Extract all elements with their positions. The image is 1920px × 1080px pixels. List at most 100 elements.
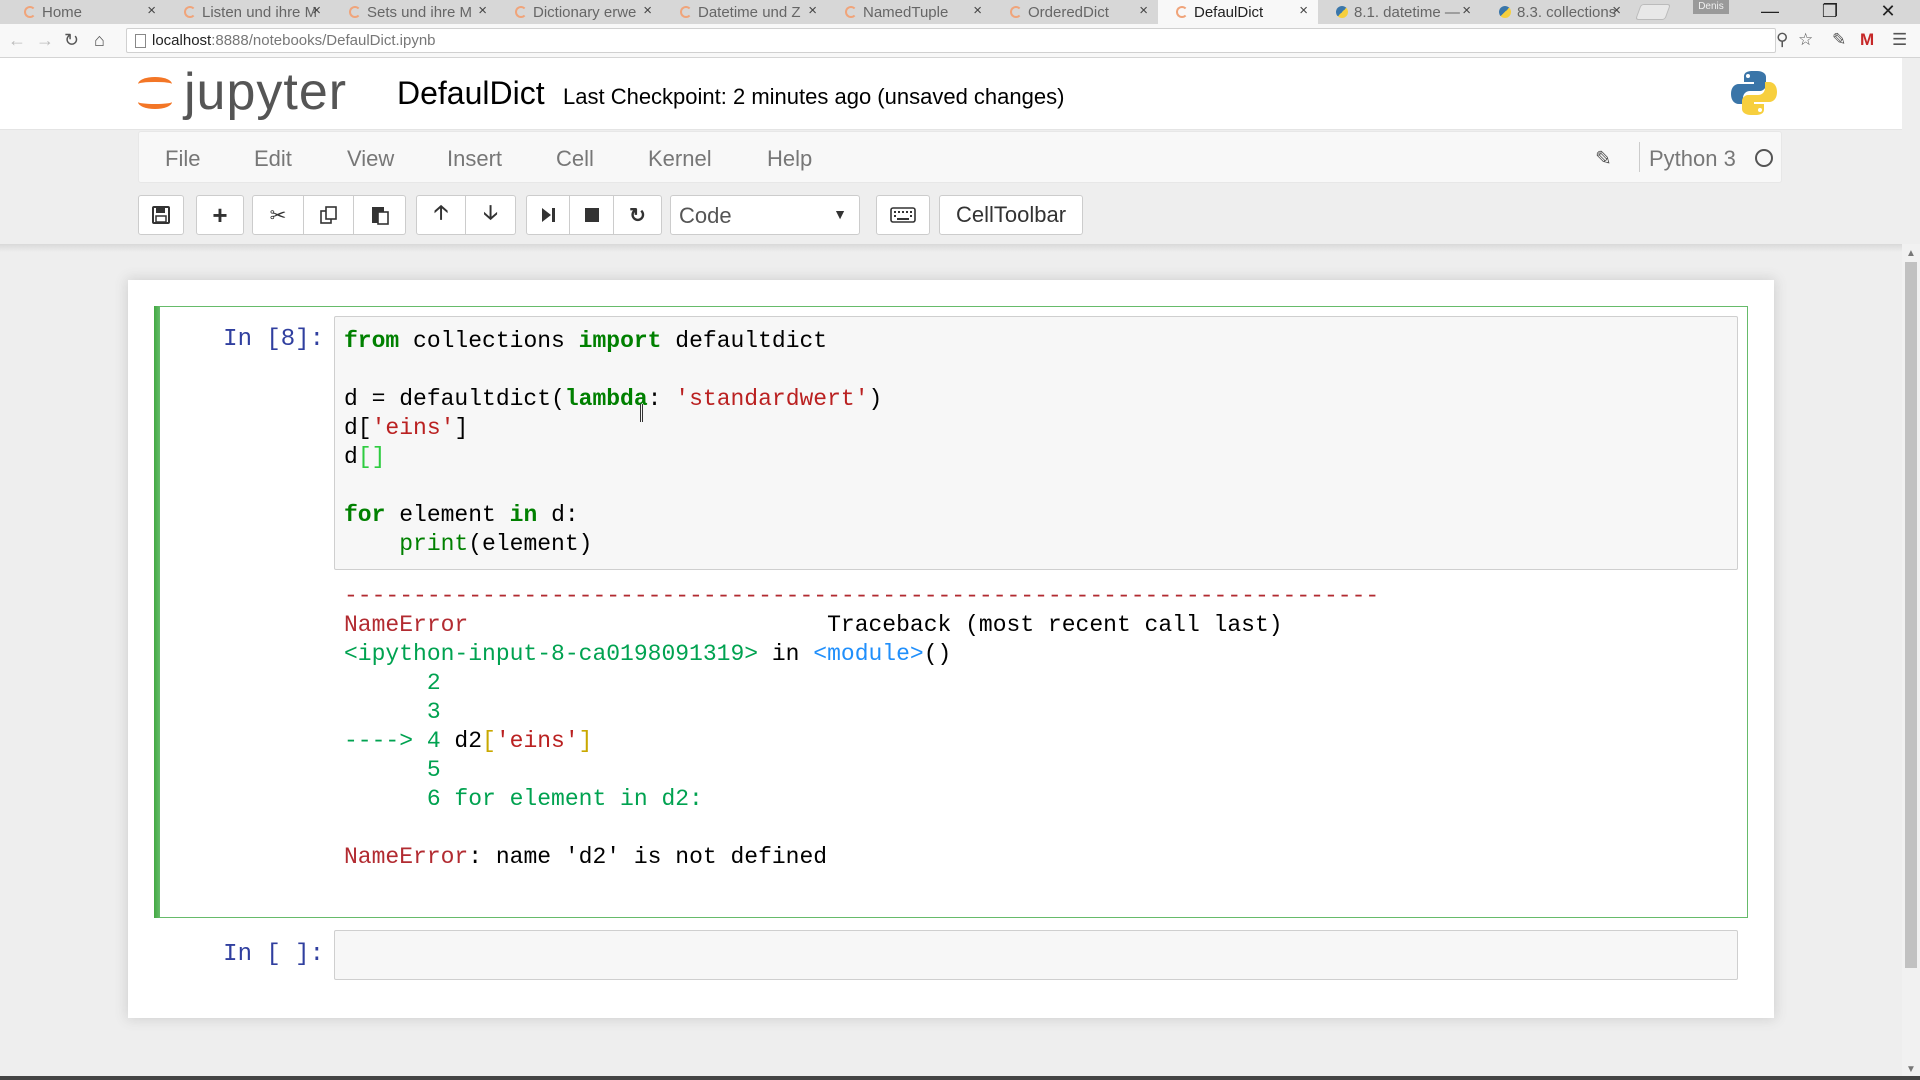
close-icon[interactable]: × — [147, 2, 156, 19]
command-palette-button[interactable] — [876, 195, 930, 235]
browser-tab-strip: Home × Listen und ihre M × Sets und ihre… — [0, 0, 1920, 24]
restart-kernel-button[interactable]: ↻ — [614, 195, 662, 235]
scissors-icon: ✂ — [269, 204, 287, 227]
window-close-icon[interactable]: ✕ — [1864, 0, 1912, 22]
gmail-extension-icon[interactable]: M — [1860, 30, 1874, 50]
save-icon — [152, 206, 170, 224]
scrollbar-thumb[interactable] — [1905, 262, 1917, 968]
back-arrow-icon[interactable]: ← — [8, 30, 26, 51]
arrow-up-icon: 🡡 — [433, 202, 449, 224]
interrupt-kernel-button[interactable] — [570, 195, 614, 235]
jupyter-favicon-icon — [1010, 6, 1022, 18]
code-line: from collections import defaultdict — [344, 328, 828, 354]
zoom-icon[interactable]: ⚲ — [1776, 30, 1788, 50]
forward-arrow-icon[interactable]: → — [36, 30, 54, 51]
copy-button[interactable] — [304, 195, 354, 235]
menu-file[interactable]: File — [165, 146, 200, 172]
jupyter-favicon-icon — [515, 6, 527, 18]
close-icon[interactable]: × — [1299, 2, 1308, 19]
python-favicon-icon — [1336, 6, 1348, 18]
cell-type-select[interactable]: Code ▼ — [670, 195, 860, 235]
run-cell-button[interactable] — [526, 195, 570, 235]
save-button[interactable] — [138, 195, 184, 235]
tab-label: 8.1. datetime — — [1354, 3, 1460, 21]
empty-code-input[interactable] — [334, 930, 1738, 980]
celltoolbar-button[interactable]: CellToolbar — [939, 195, 1083, 235]
insert-cell-below-button[interactable]: + — [196, 195, 244, 235]
tab-namedtuple[interactable]: NamedTuple × — [827, 0, 992, 24]
arrow-down-icon: 🡣 — [483, 202, 498, 224]
page-icon — [135, 33, 146, 48]
address-toolbar: ← → ↻ ⌂ localhost:8888/notebooks/DefaulD… — [0, 24, 1920, 58]
close-icon[interactable]: × — [1462, 2, 1471, 19]
tab-listen[interactable]: Listen und ihre M × — [166, 0, 331, 24]
jupyter-favicon-icon — [349, 6, 361, 18]
code-line: d['eins'] — [344, 415, 469, 441]
notebook-name[interactable]: DefaulDict — [397, 75, 545, 112]
tab-ordereddict[interactable]: OrderedDict × — [992, 0, 1158, 24]
dropdown-caret-icon: ▼ — [833, 206, 847, 222]
checkpoint-status: Last Checkpoint: 2 minutes ago (unsaved … — [563, 84, 1065, 109]
menu-cell[interactable]: Cell — [556, 146, 594, 172]
close-icon[interactable]: × — [1612, 2, 1621, 19]
tab-label: Sets und ihre M — [367, 3, 473, 21]
cut-button[interactable]: ✂ — [252, 195, 304, 235]
menu-edit[interactable]: Edit — [254, 146, 292, 172]
reload-icon[interactable]: ↻ — [64, 30, 79, 51]
scroll-down-icon[interactable]: ▼ — [1906, 1064, 1916, 1075]
move-cell-down-button[interactable]: 🡣 — [466, 195, 516, 235]
restore-icon[interactable]: ❐ — [1806, 0, 1854, 22]
profile-badge[interactable]: Denis — [1693, 0, 1729, 14]
close-icon[interactable]: × — [1139, 2, 1148, 19]
jupyter-favicon-icon — [24, 6, 36, 18]
text-cursor-icon — [640, 404, 643, 422]
close-icon[interactable]: × — [808, 2, 817, 19]
new-tab-button[interactable] — [1635, 4, 1671, 20]
tab-datetime[interactable]: Datetime und Z × — [662, 0, 827, 24]
cell-type-value: Code — [679, 203, 732, 228]
close-icon[interactable]: × — [973, 2, 982, 19]
move-cell-up-button[interactable]: 🡡 — [416, 195, 466, 235]
tab-sets[interactable]: Sets und ihre M × — [331, 0, 497, 24]
home-icon[interactable]: ⌂ — [94, 30, 105, 51]
header-shadow — [0, 244, 1902, 252]
copy-icon — [319, 206, 337, 224]
bookmark-star-icon[interactable]: ☆ — [1798, 30, 1813, 50]
kernel-name[interactable]: Python 3 — [1649, 146, 1736, 172]
tab-label: 8.3. collections — [1517, 3, 1617, 21]
plus-icon: + — [212, 199, 228, 230]
close-icon[interactable]: × — [643, 2, 652, 19]
input-prompt: In [8]: — [223, 326, 324, 353]
tab-python-collections-docs[interactable]: 8.3. collections × — [1481, 0, 1631, 24]
code-line: for element in d: — [344, 502, 579, 528]
close-icon[interactable]: × — [478, 2, 487, 19]
tab-dictionary[interactable]: Dictionary erwe × — [497, 0, 662, 24]
code-line: d = defaultdict(lambda: 'standardwert') — [344, 386, 883, 412]
jupyter-favicon-icon — [680, 6, 692, 18]
step-forward-icon — [542, 208, 555, 222]
close-icon[interactable]: × — [312, 2, 321, 19]
menu-kernel[interactable]: Kernel — [648, 146, 712, 172]
tab-label: NamedTuple — [863, 3, 949, 21]
stop-icon — [584, 208, 599, 222]
minimize-icon[interactable]: — — [1746, 0, 1794, 22]
traceback-line: 3 — [344, 699, 441, 725]
tab-defauldict[interactable]: DefaulDict × — [1158, 0, 1318, 24]
python-favicon-icon — [1499, 6, 1511, 18]
menu-help[interactable]: Help — [767, 146, 812, 172]
browser-menu-icon[interactable]: ☰ — [1892, 30, 1907, 50]
paste-button[interactable] — [354, 195, 406, 235]
traceback-divider: ----------------------------------------… — [344, 583, 1380, 609]
url-bar[interactable]: localhost:8888/notebooks/DefaulDict.ipyn… — [126, 28, 1776, 53]
jupyter-logo[interactable]: jupyter — [136, 66, 347, 118]
traceback-error-line: ----> 4 d2['eins'] — [344, 728, 593, 754]
scroll-up-icon[interactable]: ▲ — [1906, 248, 1916, 259]
edit-mode-pencil-icon: ✎ — [1595, 148, 1612, 170]
menu-insert[interactable]: Insert — [447, 146, 502, 172]
menu-view[interactable]: View — [347, 146, 394, 172]
window-bottom-edge — [0, 1076, 1920, 1080]
tab-python-datetime-docs[interactable]: 8.1. datetime — × — [1318, 0, 1481, 24]
extension-icon[interactable]: ✎ — [1832, 30, 1846, 50]
tab-home[interactable]: Home × — [6, 0, 166, 24]
jupyter-favicon-icon — [184, 6, 196, 18]
